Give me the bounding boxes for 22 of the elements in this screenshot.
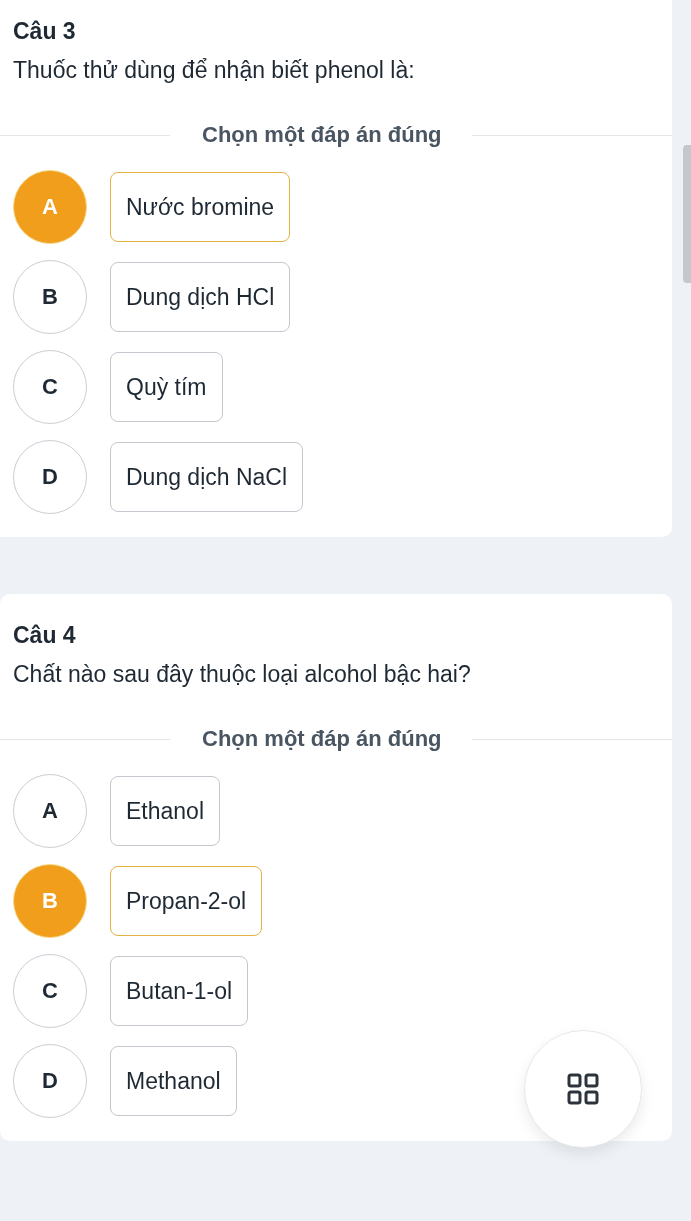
grid-icon [567,1073,599,1105]
option-letter[interactable]: A [13,774,87,848]
question-number: Câu 4 [13,622,76,649]
answer-option[interactable]: Butan-1-ol [110,956,249,1026]
answer-option[interactable]: Propan-2-ol [110,866,263,936]
question-text: Chất nào sau đây thuộc loại alcohol bậc hai? [13,661,471,688]
answer-option[interactable]: Quỳ tím [110,352,223,422]
answer-option[interactable]: Dung dịch NaCl [110,442,304,512]
option-letter[interactable]: D [13,440,87,514]
option-letter[interactable]: C [13,350,87,424]
instruction-text: Chọn một đáp án đúng [201,726,443,752]
answer-option[interactable]: Dung dịch HCl [110,262,291,332]
option-letter[interactable]: C [13,954,87,1028]
scrollbar-thumb[interactable] [683,145,691,283]
option-letter[interactable]: B [13,260,87,334]
question-number: Câu 3 [13,18,76,45]
question-text: Thuốc thử dùng để nhận biết phenol là: [13,57,415,84]
answer-option[interactable]: Methanol [110,1046,237,1116]
option-letter[interactable]: D [13,1044,87,1118]
answer-option[interactable]: Nước bromine [110,172,291,242]
answer-option[interactable]: Ethanol [110,776,220,846]
instruction-text: Chọn một đáp án đúng [201,122,443,148]
